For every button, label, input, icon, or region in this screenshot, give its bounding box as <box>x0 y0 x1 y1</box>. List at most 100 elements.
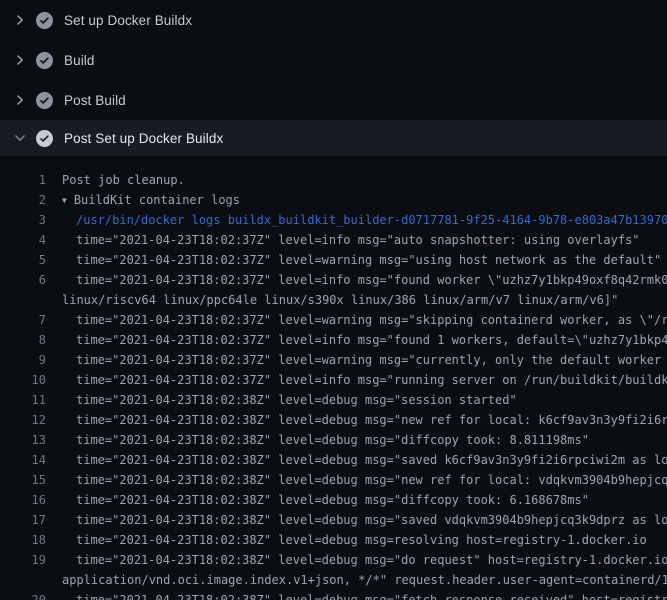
log-line: 6 time="2021-04-23T18:02:37Z" level=info… <box>0 270 667 290</box>
log-line: 16 time="2021-04-23T18:02:38Z" level=deb… <box>0 490 667 510</box>
log-line-content: application/vnd.oci.image.index.v1+json,… <box>62 573 667 587</box>
log-line-text: linux/riscv64 linux/ppc64le linux/s390x … <box>62 290 667 310</box>
line-number[interactable]: 17 <box>0 510 46 530</box>
line-number[interactable]: 20 <box>0 590 46 600</box>
log-line-content: time="2021-04-23T18:02:37Z" level=info m… <box>76 373 667 387</box>
log-line-text: time="2021-04-23T18:02:37Z" level=info m… <box>62 230 667 250</box>
log-line-text: Post job cleanup. <box>62 170 667 190</box>
step-row-1[interactable]: Build <box>0 40 667 80</box>
line-number[interactable]: 11 <box>0 390 46 410</box>
log-line-content: Post job cleanup. <box>62 173 185 187</box>
log-line-content: time="2021-04-23T18:02:38Z" level=debug … <box>76 593 667 600</box>
line-number <box>0 290 46 310</box>
log-line-content: time="2021-04-23T18:02:38Z" level=debug … <box>76 533 647 547</box>
log-line-content: time="2021-04-23T18:02:38Z" level=debug … <box>76 453 667 467</box>
log-line-text: time="2021-04-23T18:02:38Z" level=debug … <box>62 550 667 570</box>
step-row-0[interactable]: Set up Docker Buildx <box>0 0 667 40</box>
line-number[interactable]: 8 <box>0 330 46 350</box>
log-line-text: /usr/bin/docker logs buildx_buildkit_bui… <box>62 210 667 230</box>
log-line-text: time="2021-04-23T18:02:38Z" level=debug … <box>62 490 667 510</box>
line-number[interactable]: 19 <box>0 550 46 570</box>
line-number[interactable]: 2 <box>0 190 46 210</box>
line-number[interactable]: 15 <box>0 470 46 490</box>
triangle-down-icon[interactable]: ▼ <box>62 191 67 210</box>
log-line-text: time="2021-04-23T18:02:37Z" level=warnin… <box>62 310 667 330</box>
log-line-content: time="2021-04-23T18:02:38Z" level=debug … <box>76 433 589 447</box>
line-number[interactable]: 3 <box>0 210 46 230</box>
log-line-text: time="2021-04-23T18:02:38Z" level=debug … <box>62 410 667 430</box>
line-number <box>0 570 46 590</box>
log-line-content: linux/riscv64 linux/ppc64le linux/s390x … <box>62 293 618 307</box>
log-line: 2 ▼ BuildKit container logs <box>0 190 667 210</box>
step-label: Build <box>64 53 95 68</box>
log-line-content: time="2021-04-23T18:02:37Z" level=warnin… <box>76 313 667 327</box>
line-number[interactable]: 4 <box>0 230 46 250</box>
log-line: 17 time="2021-04-23T18:02:38Z" level=deb… <box>0 510 667 530</box>
log-line: 11 time="2021-04-23T18:02:38Z" level=deb… <box>0 390 667 410</box>
line-number[interactable]: 16 <box>0 490 46 510</box>
log-area: 1 Post job cleanup. 2 ▼ BuildKit containe… <box>0 156 667 600</box>
log-line-content: time="2021-04-23T18:02:38Z" level=debug … <box>76 553 667 567</box>
log-line-text: time="2021-04-23T18:02:38Z" level=debug … <box>62 450 667 470</box>
log-line: 3 /usr/bin/docker logs buildx_buildkit_b… <box>0 210 667 230</box>
log-line-text: time="2021-04-23T18:02:38Z" level=debug … <box>62 590 667 600</box>
chevron-right-icon[interactable] <box>12 92 28 108</box>
line-number[interactable]: 1 <box>0 170 46 190</box>
log-line-text: time="2021-04-23T18:02:37Z" level=info m… <box>62 370 667 390</box>
line-number[interactable]: 7 <box>0 310 46 330</box>
log-line: 8 time="2021-04-23T18:02:37Z" level=info… <box>0 330 667 350</box>
check-circle-icon <box>36 130 53 147</box>
log-line: linux/riscv64 linux/ppc64le linux/s390x … <box>0 290 667 310</box>
chevron-right-icon[interactable] <box>12 52 28 68</box>
log-line-content: BuildKit container logs <box>74 193 240 207</box>
log-line: 9 time="2021-04-23T18:02:37Z" level=warn… <box>0 350 667 370</box>
check-circle-icon <box>36 12 53 29</box>
log-line: 13 time="2021-04-23T18:02:38Z" level=deb… <box>0 430 667 450</box>
log-line-text: time="2021-04-23T18:02:37Z" level=info m… <box>62 270 667 290</box>
log-line: 20 time="2021-04-23T18:02:38Z" level=deb… <box>0 590 667 600</box>
step-row-2[interactable]: Post Build <box>0 80 667 120</box>
log-line-content: time="2021-04-23T18:02:38Z" level=debug … <box>76 493 589 507</box>
log-line: 12 time="2021-04-23T18:02:38Z" level=deb… <box>0 410 667 430</box>
check-circle-icon <box>36 92 53 109</box>
log-line-text: time="2021-04-23T18:02:38Z" level=debug … <box>62 530 667 550</box>
log-line: 14 time="2021-04-23T18:02:38Z" level=deb… <box>0 450 667 470</box>
log-line-content: time="2021-04-23T18:02:37Z" level=info m… <box>76 273 667 287</box>
log-line: application/vnd.oci.image.index.v1+json,… <box>0 570 667 590</box>
log-line-content: time="2021-04-23T18:02:37Z" level=warnin… <box>76 253 661 267</box>
step-label: Post Build <box>64 93 126 108</box>
log-line-content: /usr/bin/docker logs buildx_buildkit_bui… <box>76 213 667 227</box>
line-number[interactable]: 5 <box>0 250 46 270</box>
line-number[interactable]: 14 <box>0 450 46 470</box>
log-line: 4 time="2021-04-23T18:02:37Z" level=info… <box>0 230 667 250</box>
step-label: Post Set up Docker Buildx <box>64 131 223 146</box>
log-line-text: application/vnd.oci.image.index.v1+json,… <box>62 570 667 590</box>
log-line-content: time="2021-04-23T18:02:38Z" level=debug … <box>76 393 517 407</box>
log-line-text: time="2021-04-23T18:02:38Z" level=debug … <box>62 510 667 530</box>
line-number[interactable]: 9 <box>0 350 46 370</box>
log-line: 10 time="2021-04-23T18:02:37Z" level=inf… <box>0 370 667 390</box>
log-line-text: ▼ BuildKit container logs <box>62 190 667 210</box>
chevron-down-icon[interactable] <box>12 130 28 146</box>
step-label: Set up Docker Buildx <box>64 13 192 28</box>
log-line-text: time="2021-04-23T18:02:37Z" level=warnin… <box>62 350 667 370</box>
log-line: 18 time="2021-04-23T18:02:38Z" level=deb… <box>0 530 667 550</box>
log-line-content: time="2021-04-23T18:02:38Z" level=debug … <box>76 413 667 427</box>
actions-log-viewer: Set up Docker Buildx Build Post Build <box>0 0 667 600</box>
log-line: 15 time="2021-04-23T18:02:38Z" level=deb… <box>0 470 667 490</box>
check-circle-icon <box>36 52 53 69</box>
line-number[interactable]: 10 <box>0 370 46 390</box>
log-line-content: time="2021-04-23T18:02:38Z" level=debug … <box>76 513 667 527</box>
line-number[interactable]: 12 <box>0 410 46 430</box>
line-number[interactable]: 13 <box>0 430 46 450</box>
log-line-content: time="2021-04-23T18:02:37Z" level=info m… <box>76 333 667 347</box>
log-line: 19 time="2021-04-23T18:02:38Z" level=deb… <box>0 550 667 570</box>
log-line-content: time="2021-04-23T18:02:38Z" level=debug … <box>76 473 667 487</box>
log-line: 5 time="2021-04-23T18:02:37Z" level=warn… <box>0 250 667 270</box>
chevron-right-icon[interactable] <box>12 12 28 28</box>
log-line-content: time="2021-04-23T18:02:37Z" level=warnin… <box>76 353 667 367</box>
line-number[interactable]: 6 <box>0 270 46 290</box>
log-line-text: time="2021-04-23T18:02:38Z" level=debug … <box>62 470 667 490</box>
step-row-3[interactable]: Post Set up Docker Buildx <box>0 120 667 156</box>
line-number[interactable]: 18 <box>0 530 46 550</box>
